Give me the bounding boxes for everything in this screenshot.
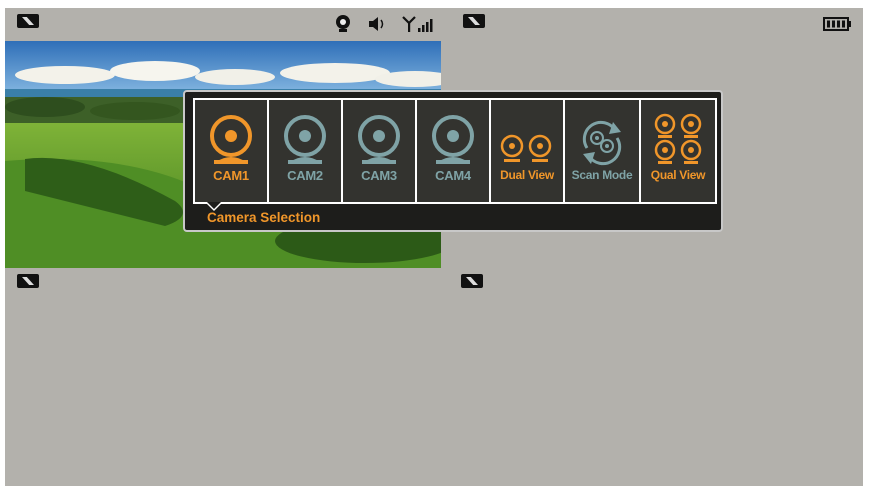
camera-icon [356, 100, 402, 166]
camera-option-qual-view[interactable]: Qual View [641, 100, 715, 202]
camera-option-dual-view[interactable]: Dual View [491, 100, 565, 202]
popup-title: Camera Selection [207, 210, 321, 225]
camera-icon [430, 100, 476, 166]
camera-option-cam3[interactable]: CAM3 [343, 100, 417, 202]
camera-option-label: CAM4 [435, 168, 471, 183]
camera-option-label: Qual View [650, 168, 706, 182]
camera-option-label: Scan Mode [571, 168, 633, 182]
camera-option-cam1[interactable]: CAM1 [195, 100, 269, 202]
monitor-screen: CAM1 CAM2 CAM3 CAM4 Dual View Scan Mode … [5, 8, 863, 486]
popup-pointer-inner [207, 202, 221, 209]
camera-option-cam2[interactable]: CAM2 [269, 100, 343, 202]
camera-option-label: CAM1 [213, 168, 249, 183]
speaker-icon [367, 16, 387, 36]
signal-icon [401, 15, 437, 37]
battery-icon [823, 16, 853, 35]
channel-3-off-icon [17, 274, 39, 288]
camera-selection-popup: CAM1 CAM2 CAM3 CAM4 Dual View Scan Mode … [183, 90, 723, 232]
scan-mode-icon [577, 100, 627, 166]
quad-camera-icon [653, 100, 703, 166]
webcam-icon [335, 14, 355, 38]
camera-option-label: Dual View [500, 168, 554, 182]
camera-option-label: CAM2 [287, 168, 323, 183]
camera-option-scan-mode[interactable]: Scan Mode [565, 100, 641, 202]
camera-option-cam4[interactable]: CAM4 [417, 100, 491, 202]
camera-option-label: CAM3 [361, 168, 397, 183]
channel-2-off-icon [463, 14, 485, 28]
camera-options-bar: CAM1 CAM2 CAM3 CAM4 Dual View Scan Mode … [193, 98, 717, 204]
channel-4-off-icon [461, 274, 483, 288]
channel-1-off-icon [17, 14, 39, 28]
dual-camera-icon [499, 100, 555, 166]
camera-icon [282, 100, 328, 166]
camera-icon [208, 100, 254, 166]
